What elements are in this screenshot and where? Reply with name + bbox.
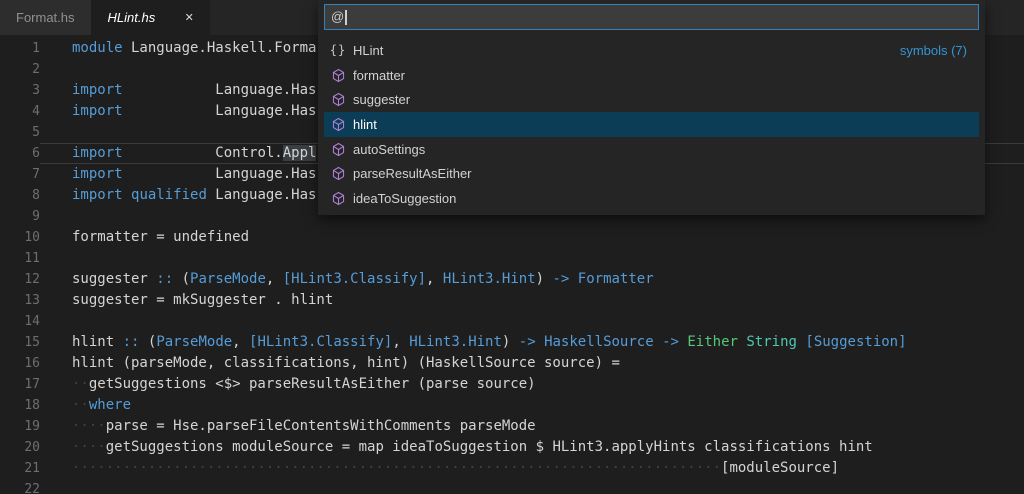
symbol-item-parseresultaseither[interactable]: parseResultAsEither — [324, 161, 979, 186]
braces-icon: {} — [329, 43, 347, 58]
code-line-13[interactable]: 13 suggester = mkSuggester . hlint — [0, 290, 1024, 311]
line-number: 19 — [24, 419, 40, 434]
line-number: 3 — [32, 83, 40, 98]
code-line-14[interactable]: 14 — [0, 311, 1024, 332]
tab-label: Format.hs — [16, 10, 75, 25]
line-number: 12 — [24, 272, 40, 287]
quick-open-widget: @ {} HLint symbols (7) formatter suggester hl… — [318, 0, 985, 215]
line-content: suggester :: (ParseMode, [HLint3.Classif… — [72, 271, 654, 287]
symbol-label: ideaToSuggestion — [353, 190, 457, 206]
symbol-item-autosettings[interactable]: autoSettings — [324, 137, 979, 162]
line-content: formatter = undefined — [72, 229, 250, 245]
code-line-19[interactable]: 19 ····parse = Hse.parseFileContentsWithC… — [0, 416, 1024, 437]
line-number: 9 — [32, 209, 40, 224]
symbol-item-suggester[interactable]: suggester — [324, 87, 979, 112]
quick-open-input[interactable]: @ — [324, 4, 979, 30]
symbol-label: autoSettings — [353, 141, 426, 157]
tab-label: HLint.hs — [107, 10, 156, 25]
code-line-17[interactable]: 17 ··getSuggestions <$> parseResultAsEith… — [0, 374, 1024, 395]
quick-open-query: @ — [331, 9, 345, 24]
line-number: 17 — [24, 377, 40, 392]
line-number: 4 — [32, 104, 40, 119]
cube-icon — [330, 166, 346, 182]
cube-icon — [330, 92, 346, 108]
line-number: 22 — [24, 482, 40, 494]
line-number: 1 — [32, 41, 40, 56]
line-content — [40, 248, 1024, 269]
line-number: 16 — [24, 356, 40, 371]
line-number: 2 — [32, 62, 40, 77]
line-content: ········································… — [72, 460, 840, 476]
code-line-10[interactable]: 10 formatter = undefined — [0, 227, 1024, 248]
line-content: ····parse = Hse.parseFileContentsWithCom… — [72, 418, 536, 434]
line-number: 20 — [24, 440, 40, 455]
cube-icon — [330, 67, 346, 83]
symbol-list: {} HLint symbols (7) formatter suggester hlin… — [324, 38, 979, 211]
line-content: ··getSuggestions <$> parseResultAsEither… — [72, 376, 536, 392]
line-number: 13 — [24, 293, 40, 308]
code-line-21[interactable]: 21 ······································… — [0, 458, 1024, 479]
symbol-item-ideatosuggestion[interactable]: ideaToSuggestion — [324, 186, 979, 211]
line-number: 10 — [24, 230, 40, 245]
line-content: hlint (parseMode, classifications, hint)… — [72, 355, 620, 371]
code-line-22[interactable]: 22 — [0, 479, 1024, 494]
line-content: ····getSuggestions moduleSource = map id… — [72, 439, 873, 455]
code-line-16[interactable]: 16 hlint (parseMode, classifications, hin… — [0, 353, 1024, 374]
tab-format-hs[interactable]: Format.hs — [0, 0, 92, 35]
close-icon[interactable]: ✕ — [181, 10, 197, 26]
line-number: 21 — [24, 461, 40, 476]
code-line-11[interactable]: 11 — [0, 248, 1024, 269]
symbol-item-formatter[interactable]: formatter — [324, 63, 979, 88]
line-content: hlint :: (ParseMode, [HLint3.Classify], … — [72, 334, 907, 350]
line-number: 5 — [32, 125, 40, 140]
symbol-item-hlint[interactable]: hlint — [324, 112, 979, 137]
line-content: suggester = mkSuggester . hlint — [72, 292, 334, 308]
symbol-label: parseResultAsEither — [353, 166, 472, 182]
code-line-20[interactable]: 20 ····getSuggestions moduleSource = map … — [0, 437, 1024, 458]
cube-icon — [330, 190, 346, 206]
symbols-count-badge: symbols (7) — [899, 42, 967, 58]
line-content — [40, 311, 1024, 332]
code-line-12[interactable]: 12 suggester :: (ParseMode, [HLint3.Class… — [0, 269, 1024, 290]
line-number: 7 — [32, 167, 40, 182]
code-line-15[interactable]: 15 hlint :: (ParseMode, [HLint3.Classify]… — [0, 332, 1024, 353]
line-number: 11 — [24, 251, 40, 266]
symbol-item-hlint[interactable]: {} HLint symbols (7) — [324, 38, 979, 63]
line-content — [40, 479, 1024, 494]
code-line-18[interactable]: 18 ··where — [0, 395, 1024, 416]
symbol-label: hlint — [353, 116, 377, 132]
symbol-label: suggester — [353, 92, 411, 108]
symbol-label: HLint — [353, 42, 384, 58]
cube-icon — [330, 141, 346, 157]
text-cursor — [345, 9, 347, 25]
line-number: 15 — [24, 335, 40, 350]
vscode-window: Format.hs HLint.hs ✕ 1 module Language.Hask… — [0, 0, 1024, 494]
line-number: 14 — [24, 314, 40, 329]
line-content: ··where — [72, 397, 132, 413]
line-number: 18 — [24, 398, 40, 413]
symbol-label: formatter — [353, 67, 406, 83]
line-number: 6 — [32, 146, 40, 161]
cube-icon — [330, 116, 346, 132]
tab-hlint-hs[interactable]: HLint.hs ✕ — [91, 0, 211, 35]
line-number: 8 — [32, 188, 40, 203]
